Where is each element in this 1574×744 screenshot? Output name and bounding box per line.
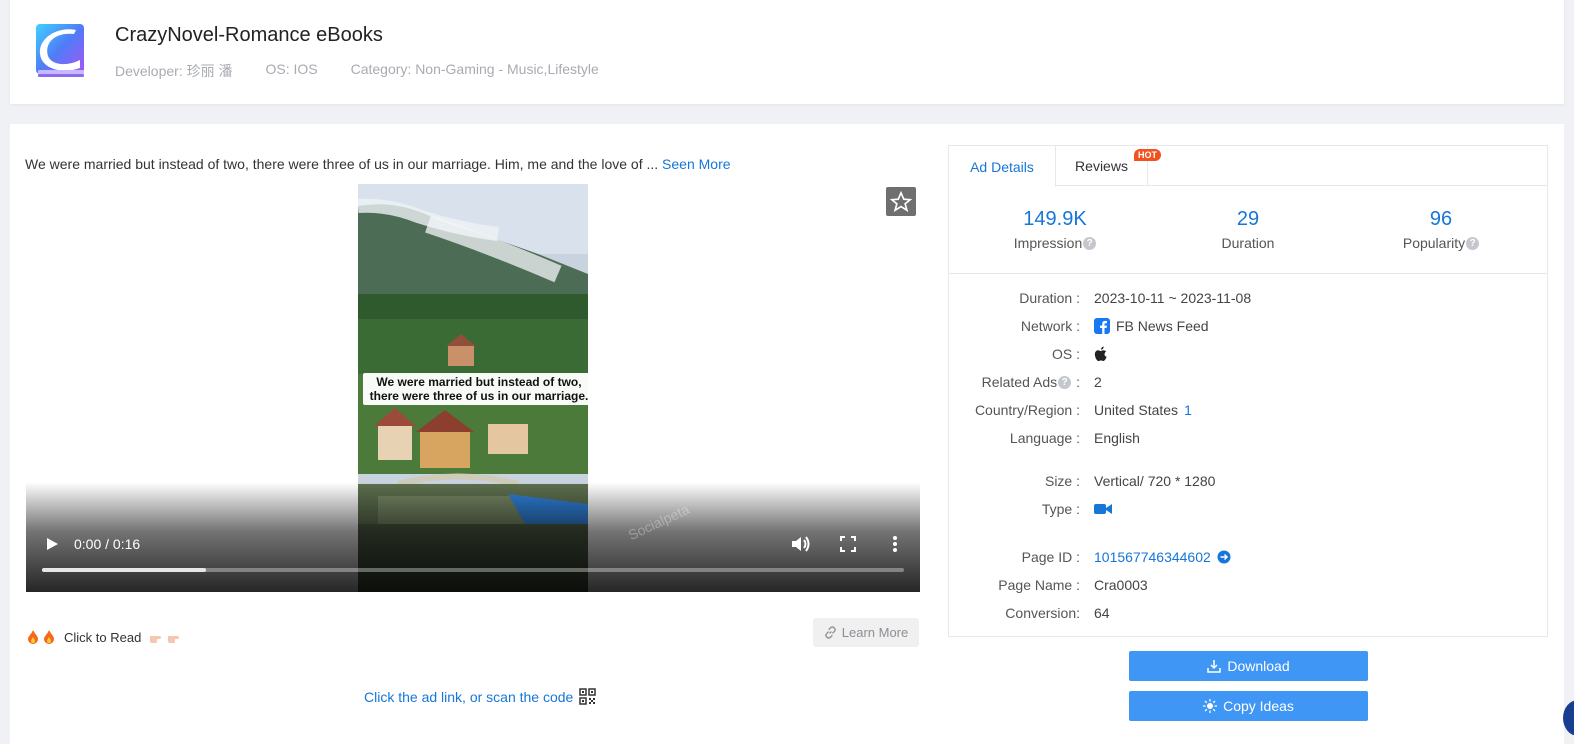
related-ads-colon: : xyxy=(1076,374,1080,390)
country-count-link[interactable]: 1 xyxy=(1184,402,1192,418)
help-icon[interactable]: ? xyxy=(1058,375,1072,389)
apple-icon xyxy=(1094,346,1107,361)
arrow-right-circle-icon xyxy=(1217,550,1231,564)
volume-icon[interactable] xyxy=(790,534,812,554)
video-time: 0:00 / 0:16 xyxy=(74,536,141,552)
help-icon[interactable]: ? xyxy=(1083,236,1097,250)
app-meta: Developer: 珍丽 潘 OS: IOS Category: Non-Ga… xyxy=(115,61,599,81)
impression-value: 149.9K xyxy=(1023,208,1087,230)
detail-type: Type : xyxy=(949,499,1547,519)
detail-label: Network : xyxy=(1020,318,1080,334)
detail-label: Page Name : xyxy=(998,577,1080,593)
sparkle-icon xyxy=(1203,699,1218,713)
hot-badge: HOT xyxy=(1134,149,1161,161)
detail-value: FB News Feed xyxy=(1116,318,1209,334)
stat-impression: 149.9K Impression? xyxy=(955,208,1155,251)
popularity-label: Popularity xyxy=(1402,235,1466,251)
developer-info: Developer: 珍丽 潘 xyxy=(115,63,233,79)
fire-icon xyxy=(44,630,54,644)
book-logo-icon xyxy=(34,22,88,80)
help-icon[interactable]: ? xyxy=(1466,236,1480,250)
copy-ideas-button[interactable]: Copy Ideas xyxy=(1129,691,1368,721)
os-info: OS: IOS xyxy=(265,61,318,77)
app-title: CrazyNovel-Romance eBooks xyxy=(115,24,383,46)
detail-network: Network : FB News Feed xyxy=(949,316,1547,336)
detail-country: Country/Region : United States 1 xyxy=(949,400,1547,420)
detail-value: 2 xyxy=(1094,374,1102,390)
detail-os: OS : xyxy=(949,344,1547,364)
detail-label: Related Ads ? : xyxy=(949,374,1080,390)
star-icon xyxy=(890,190,912,212)
video-caption: We were married but instead of two, ther… xyxy=(363,373,595,405)
learn-more-button[interactable]: Learn More xyxy=(813,618,919,647)
play-icon[interactable] xyxy=(44,534,60,554)
video-progress-bar[interactable] xyxy=(42,568,904,572)
video-progress-fill xyxy=(42,568,206,572)
detail-label: Language : xyxy=(1009,430,1080,446)
ad-content-card: We were married but instead of two, ther… xyxy=(10,124,1564,744)
fire-icon xyxy=(28,630,38,644)
detail-value: 64 xyxy=(1094,605,1110,621)
detail-language: Language : English xyxy=(949,428,1547,448)
detail-label: Type : xyxy=(1041,501,1080,517)
qr-code-icon xyxy=(579,688,597,705)
page-id-link[interactable]: 101567746344602 xyxy=(1094,549,1211,565)
detail-conversion: Conversion: 64 xyxy=(949,603,1547,623)
detail-duration: Duration : 2023-10-11 ~ 2023-11-08 xyxy=(949,288,1547,308)
link-icon xyxy=(824,626,836,639)
download-icon xyxy=(1207,660,1222,673)
detail-value: United States xyxy=(1094,402,1179,418)
duration-label: Duration xyxy=(1221,235,1275,251)
detail-label: Country/Region : xyxy=(974,402,1080,418)
pointing-hand-icon xyxy=(168,636,180,643)
detail-value: Cra0003 xyxy=(1094,577,1148,593)
download-label: Download xyxy=(1227,658,1290,674)
more-options-icon[interactable] xyxy=(888,534,902,554)
detail-label: Size : xyxy=(1044,473,1080,489)
ad-cta-text: Click to Read xyxy=(26,629,183,645)
video-camera-icon xyxy=(1094,504,1112,514)
stat-duration: 29 Duration xyxy=(1148,208,1348,251)
pointing-hand-icon xyxy=(150,636,162,643)
detail-value: Vertical/ 720 * 1280 xyxy=(1094,473,1216,489)
ad-description: We were married but instead of two, ther… xyxy=(25,156,731,172)
tab-ad-details[interactable]: Ad Details xyxy=(949,146,1056,187)
learn-more-label: Learn More xyxy=(841,625,909,640)
copy-ideas-label: Copy Ideas xyxy=(1223,698,1294,714)
popularity-value: 96 xyxy=(1429,208,1453,230)
fullscreen-icon[interactable] xyxy=(838,534,858,554)
cta-label: Click to Read xyxy=(64,629,142,645)
stat-popularity: 96 Popularity? xyxy=(1341,208,1541,251)
facebook-icon xyxy=(1094,318,1110,334)
panel-tabs: Ad Details Reviews HOT xyxy=(949,146,1547,187)
seen-more-link[interactable]: Seen More xyxy=(662,156,730,172)
favorite-star-button[interactable] xyxy=(886,187,916,216)
controls-gradient xyxy=(26,482,920,592)
detail-label: OS : xyxy=(1051,346,1080,362)
detail-label: Conversion: xyxy=(1005,605,1080,621)
ad-details-panel: Ad Details Reviews HOT 149.9K Impression… xyxy=(948,145,1548,637)
download-button[interactable]: Download xyxy=(1129,651,1368,681)
video-player[interactable]: We were married but instead of two, ther… xyxy=(26,184,920,592)
stats-row: 149.9K Impression? 29 Duration 96 Popula… xyxy=(949,186,1547,274)
related-ads-label: Related Ads xyxy=(981,374,1058,390)
app-header: CrazyNovel-Romance eBooks Developer: 珍丽 … xyxy=(10,0,1564,104)
scan-code-text: Click the ad link, or scan the code xyxy=(364,688,574,705)
detail-value: 2023-10-11 ~ 2023-11-08 xyxy=(1094,290,1252,306)
floating-help-button[interactable] xyxy=(1563,700,1574,736)
ad-description-text: We were married but instead of two, ther… xyxy=(25,156,659,172)
detail-label: Page ID : xyxy=(1021,549,1080,565)
impression-label: Impression xyxy=(1013,235,1083,251)
category-info: Category: Non-Gaming - Music,Lifestyle xyxy=(350,61,599,77)
detail-related-ads: Related Ads ? : 2 xyxy=(949,372,1547,392)
scan-code-link[interactable]: Click the ad link, or scan the code xyxy=(364,688,597,705)
detail-page-id: Page ID : 101567746344602 xyxy=(949,547,1547,567)
detail-value: English xyxy=(1094,430,1140,446)
detail-label: Duration : xyxy=(1019,290,1080,306)
detail-page-name: Page Name : Cra0003 xyxy=(949,575,1547,595)
detail-size: Size : Vertical/ 720 * 1280 xyxy=(949,471,1547,491)
duration-value: 29 xyxy=(1236,208,1260,230)
